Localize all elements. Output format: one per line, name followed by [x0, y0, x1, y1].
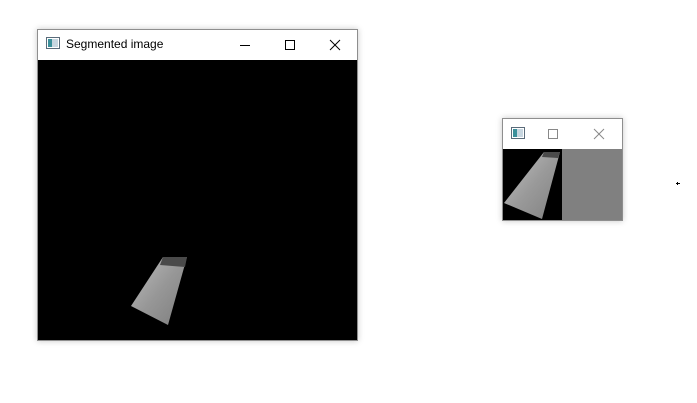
title-bar[interactable]: Segmented image — [38, 30, 357, 60]
maximize-button[interactable] — [267, 30, 313, 60]
image-canvas — [38, 60, 357, 340]
segmented-image — [38, 60, 357, 340]
minimize-button[interactable] — [222, 30, 268, 60]
maximize-icon — [548, 129, 558, 139]
small-image-canvas — [503, 149, 622, 220]
desktop: Segmented image — [0, 0, 697, 403]
window-title: Segmented image — [66, 37, 164, 51]
small-maximize-button[interactable] — [533, 119, 573, 149]
small-segmented-image — [503, 149, 622, 220]
small-close-button[interactable] — [577, 119, 621, 149]
gray-panel — [562, 149, 622, 220]
maximize-icon — [285, 40, 295, 50]
window-app-icon — [46, 37, 60, 49]
small-title-bar[interactable] — [503, 119, 622, 149]
segmented-image-window[interactable]: Segmented image — [37, 29, 358, 341]
mouse-cursor-icon — [676, 182, 680, 185]
close-button[interactable] — [312, 30, 358, 60]
small-image-window[interactable] — [502, 118, 623, 221]
window-app-icon — [511, 127, 525, 139]
minimize-icon — [240, 45, 250, 46]
close-icon — [329, 39, 341, 51]
close-icon — [593, 128, 605, 140]
